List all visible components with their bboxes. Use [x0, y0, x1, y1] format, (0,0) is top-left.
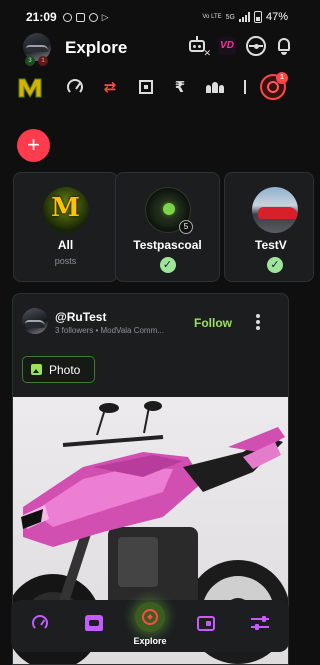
channel-name: TestV: [255, 238, 287, 252]
settings-notification-icon: [88, 12, 98, 22]
people-icon[interactable]: [206, 78, 224, 96]
play-icon: ▷: [101, 11, 109, 22]
active-category-icon[interactable]: 1: [260, 72, 288, 100]
more-categories-icon[interactable]: [236, 78, 254, 96]
post-avatar[interactable]: [22, 308, 48, 334]
nav-settings[interactable]: [249, 612, 271, 634]
nav-dashboard[interactable]: [29, 612, 51, 634]
swap-icon[interactable]: ⇄: [101, 78, 119, 96]
nav-garage[interactable]: [83, 612, 105, 634]
channel-logo: [252, 187, 298, 233]
rupee-icon[interactable]: ₹: [171, 78, 189, 96]
status-bar: 21:09 ▷ Vo LTE 5G 47%: [0, 0, 300, 34]
status-right: Vo LTE 5G 47%: [202, 11, 288, 23]
post-username[interactable]: @RuTest: [55, 310, 106, 324]
profile-avatar[interactable]: 3 1: [23, 33, 51, 66]
whatsapp-icon: [62, 12, 72, 22]
vd-icon[interactable]: VD: [218, 37, 236, 55]
robot-icon[interactable]: ✕: [186, 36, 211, 58]
page-title: Explore: [65, 38, 128, 57]
steering-wheel-icon[interactable]: [246, 36, 266, 56]
green-count-badge: 3: [25, 56, 35, 66]
notification-icons: ▷: [62, 11, 109, 23]
channel-card-testpascoal[interactable]: 5 Testpascoal ✓: [115, 172, 220, 282]
garage-icon: [85, 615, 103, 631]
category-badge: 1: [276, 72, 288, 84]
nav-explore[interactable]: [135, 602, 165, 632]
network-type: 5G: [225, 13, 235, 21]
speedometer-icon: [32, 615, 48, 631]
battery-icon: [253, 11, 262, 23]
channel-logo: [42, 187, 89, 233]
channel-count-badge: 5: [179, 220, 193, 234]
check-icon: ✓: [267, 257, 283, 273]
bell-icon[interactable]: [276, 37, 292, 55]
compass-icon: [142, 609, 158, 625]
category-bar: ⇄ ₹ 1: [0, 72, 300, 106]
check-icon: ✓: [159, 257, 176, 273]
add-post-button[interactable]: +: [17, 129, 50, 162]
wallet-icon: [197, 615, 215, 631]
channel-name: Testpascoal: [133, 238, 202, 252]
post-meta: 3 followers • ModVala Comm...: [55, 326, 164, 335]
frame-icon[interactable]: [137, 78, 155, 96]
photo-tag[interactable]: Photo: [22, 356, 95, 383]
app-header: 3 1 Explore ✕ VD: [0, 32, 300, 66]
channel-card-testv[interactable]: TestV ✓: [224, 172, 314, 282]
speedometer-icon[interactable]: [66, 78, 84, 96]
app-notification-icon: [75, 12, 85, 22]
nav-explore-label: Explore: [133, 636, 167, 646]
category-logo[interactable]: [17, 75, 43, 101]
channel-card-all[interactable]: All posts: [13, 172, 118, 282]
image-icon: [31, 364, 42, 375]
tune-icon: [251, 615, 269, 631]
follow-button[interactable]: Follow: [194, 316, 232, 330]
red-count-badge: 1: [38, 56, 48, 66]
header-actions: ✕ VD: [186, 36, 292, 58]
channel-name: All: [57, 238, 74, 252]
more-options-icon[interactable]: [256, 314, 260, 330]
battery-percent: 47%: [265, 11, 288, 23]
photo-tag-label: Photo: [49, 362, 81, 377]
signal-icon: [238, 12, 250, 22]
nav-wallet[interactable]: [195, 612, 217, 634]
status-time: 21:09: [26, 10, 57, 24]
bottom-nav: Explore: [11, 600, 289, 652]
volte-indicator: Vo LTE: [202, 14, 222, 20]
channel-subtitle: posts: [54, 256, 77, 266]
